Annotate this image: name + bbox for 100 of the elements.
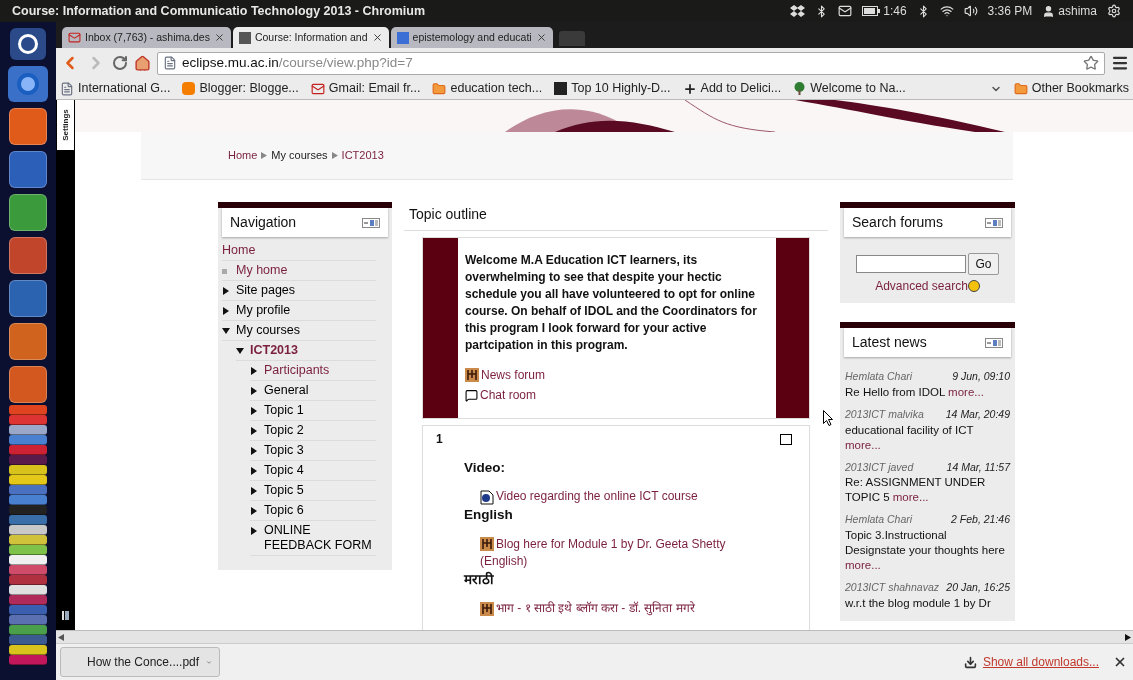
news-subject: w.r.t the blog module 1 by Dr (845, 595, 992, 611)
expanded-arrow-icon[interactable] (222, 327, 230, 335)
collapsed-arrow-icon[interactable] (250, 387, 258, 395)
nav-link[interactable]: Topic 1 (264, 403, 304, 418)
collapsed-arrow-icon[interactable] (250, 447, 258, 455)
collapsed-arrow-icon[interactable] (250, 367, 258, 375)
chat-link[interactable]: Chat room (465, 386, 769, 404)
collapsed-arrow-icon[interactable] (250, 427, 258, 435)
resize-handle-icon[interactable] (62, 611, 69, 620)
collapsed-arrow-icon[interactable] (250, 407, 258, 415)
page-icon (60, 81, 74, 96)
more-link[interactable]: more... (948, 385, 984, 398)
more-link[interactable]: more... (892, 491, 929, 504)
collapsed-arrow-icon[interactable] (250, 487, 258, 495)
more-link[interactable]: more... (845, 438, 881, 451)
dash-icon[interactable] (10, 28, 46, 60)
expanded-arrow-icon[interactable] (236, 347, 244, 355)
close-tab-icon[interactable] (535, 32, 547, 43)
nav-link[interactable]: Topic 4 (264, 463, 304, 478)
nav-link[interactable]: Home (222, 243, 256, 258)
stacked-app-icons-drawing[interactable] (9, 405, 47, 665)
forum-link[interactable]: News forum (465, 366, 769, 384)
highlight-toggle-icon[interactable] (780, 433, 792, 445)
bookmark-item[interactable]: Top 10 Highly-D... (554, 79, 671, 98)
user-name[interactable]: ashima (1058, 2, 1097, 20)
bookmark-star-icon[interactable] (1083, 55, 1099, 71)
download-file-name: How the Conce....pdf (86, 654, 200, 671)
browser-tab[interactable]: Course: Information and (232, 27, 389, 48)
dropbox-icon[interactable] (790, 5, 806, 17)
folder-icon (1013, 81, 1028, 96)
collapsed-arrow-icon[interactable] (250, 507, 258, 515)
reload-icon[interactable] (112, 55, 128, 71)
bookmark-item[interactable]: Blogger: Blogge... (182, 79, 299, 98)
browser-icon[interactable] (8, 66, 48, 102)
video-link[interactable]: Video regarding the online ICT course (464, 488, 754, 506)
nav-link[interactable]: General (264, 383, 309, 398)
nav-link[interactable]: Site pages (236, 283, 296, 298)
nav-link[interactable]: Participants (264, 363, 330, 378)
collapsed-arrow-icon[interactable] (250, 467, 258, 475)
bookmark-item[interactable]: Add to Delici... (682, 79, 782, 98)
nav-link[interactable]: Topic 6 (264, 503, 304, 518)
collapsed-arrow-icon[interactable] (222, 287, 230, 295)
address-bar[interactable]: eclipse.mu.ac.in/course/view.php?id=7 (157, 51, 1105, 75)
close-icon[interactable] (1113, 655, 1127, 669)
nav-link[interactable]: ONLINE FEEDBACK FORM (264, 523, 376, 553)
nav-link[interactable]: Topic 5 (264, 483, 304, 498)
blog-link[interactable]: Blog here for Module 1 by Dr. Geeta Shetty (English) (464, 535, 754, 570)
search-input[interactable] (856, 255, 967, 273)
bookmark-item[interactable]: International G... (60, 79, 171, 98)
horizontal-scrollbar[interactable] (56, 630, 1133, 643)
settings-side-tab[interactable]: Settings (57, 100, 74, 150)
other-bookmarks[interactable]: Other Bookmarks (1013, 79, 1129, 98)
more-link[interactable]: more... (845, 559, 881, 571)
launcher-app-icon[interactable] (9, 366, 47, 403)
help-icon[interactable] (967, 280, 980, 292)
show-all-downloads-link[interactable]: Show all downloads... (982, 653, 1099, 671)
launcher-app-icon[interactable] (9, 280, 47, 317)
launcher-app-icon[interactable] (9, 237, 47, 274)
nav-link[interactable]: Topic 3 (264, 443, 304, 458)
nav-link[interactable]: ICT2013 (250, 343, 298, 358)
battery-icon[interactable] (862, 6, 881, 16)
launcher-app-icon[interactable] (9, 151, 47, 188)
scroll-left-icon[interactable] (58, 633, 64, 641)
nav-link[interactable]: My courses (236, 323, 300, 338)
volume-icon[interactable] (963, 4, 978, 18)
advanced-search-link[interactable]: Advanced search (875, 277, 968, 295)
scroll-right-icon[interactable] (1125, 633, 1131, 641)
dock-block-icon[interactable] (985, 337, 1003, 348)
clock[interactable]: 3:36 PM (987, 2, 1033, 20)
home-icon[interactable] (134, 54, 151, 72)
collapsed-arrow-icon[interactable] (222, 307, 230, 315)
power-gear-icon[interactable] (1107, 4, 1121, 18)
breadcrumb-link[interactable]: My courses (271, 147, 328, 164)
menu-icon[interactable] (1111, 54, 1129, 72)
close-tab-icon[interactable] (371, 32, 383, 43)
dock-block-icon[interactable] (362, 217, 380, 228)
bookmark-item[interactable]: Welcome to Na... (793, 79, 906, 98)
download-item[interactable]: How the Conce....pdf (60, 647, 220, 677)
mail-icon[interactable] (838, 4, 853, 18)
close-tab-icon[interactable] (213, 32, 225, 43)
bookmark-item[interactable]: education tech... (432, 79, 543, 98)
launcher-app-icon[interactable] (9, 194, 47, 231)
browser-tab[interactable]: Inbox (7,763) - ashima.des (62, 27, 231, 48)
news-subject: educational facility of ICT more... (845, 422, 975, 453)
go-button[interactable]: Go (968, 253, 999, 275)
collapsed-arrow-icon[interactable] (250, 527, 258, 535)
launcher-app-icon[interactable] (9, 108, 47, 145)
breadcrumb-link[interactable]: Home (228, 147, 258, 164)
breadcrumb-link[interactable]: ICT2013 (341, 147, 384, 164)
nav-link[interactable]: My profile (236, 303, 291, 318)
browser-tab[interactable]: epistemology and educati (390, 27, 553, 48)
wifi-icon[interactable] (939, 4, 954, 18)
tab-title: Course: Information and (254, 29, 368, 45)
block-title: Latest news (852, 333, 927, 352)
dock-block-icon[interactable] (985, 217, 1003, 228)
bookmark-item[interactable]: Gmail: Email fr... (310, 79, 421, 98)
blog-link[interactable]: भाग - १ साठी इथे ब्लॉग करा - डॉ. सुनिता मगरे (464, 599, 754, 617)
nav-link[interactable]: My home (236, 263, 288, 278)
nav-link[interactable]: Topic 2 (264, 423, 304, 438)
launcher-app-icon[interactable] (9, 323, 47, 360)
